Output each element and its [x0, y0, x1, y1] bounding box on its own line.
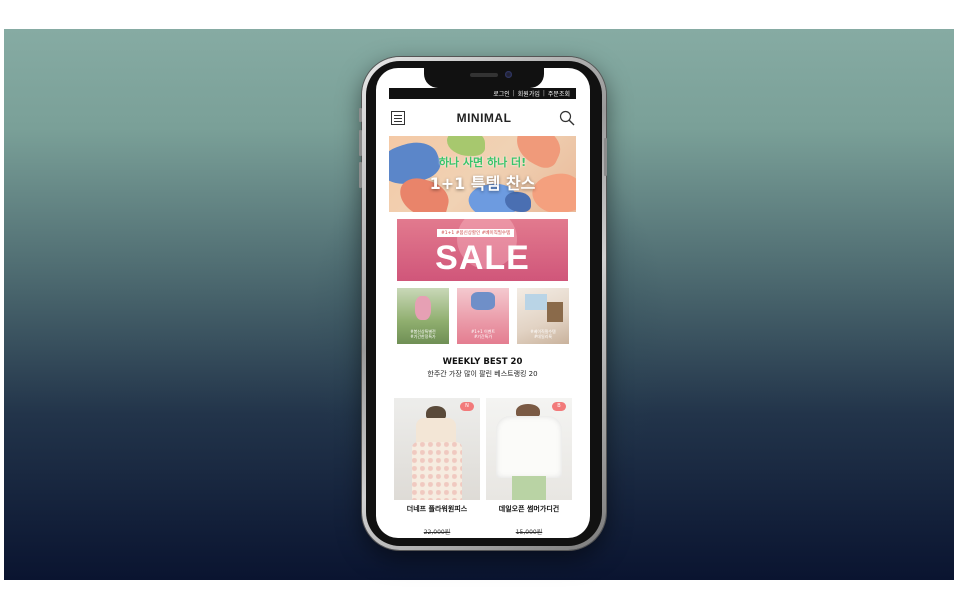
- sale-title: SALE: [435, 239, 530, 277]
- product-list: N 더네프 플라워원피스 22,000원 B 데일오픈 썸머가디건 15,000…: [394, 398, 574, 538]
- category-thumb[interactable]: #베이직필수템 #데일리룩: [517, 288, 569, 344]
- signup-link[interactable]: 회원가입: [515, 89, 543, 98]
- login-link[interactable]: 로그인: [490, 89, 513, 98]
- product-price: 22,000원: [423, 529, 451, 536]
- category-thumb[interactable]: #봄신상특별전 #기간한정특가: [397, 288, 449, 344]
- product-name[interactable]: 더네프 플라워원피스: [394, 504, 480, 514]
- thumb-caption: #데일리룩: [533, 334, 553, 339]
- weekly-best-subtitle: 한주간 가장 많이 팔린 베스트랭킹 20: [427, 370, 538, 378]
- phone-notch: [424, 66, 544, 88]
- mute-switch: [359, 108, 362, 122]
- top-utility-bar: 로그인 | 회원가입 | 주문조회: [389, 88, 576, 99]
- volume-up-button: [359, 130, 362, 156]
- new-badge: N: [460, 402, 474, 411]
- thumb-caption: #기간한정특가: [410, 334, 436, 339]
- product-image[interactable]: N: [394, 398, 480, 500]
- banner-title: 1+1 특템 찬스: [429, 174, 536, 193]
- best-badge: B: [552, 402, 566, 411]
- product-image[interactable]: B: [486, 398, 572, 500]
- sale-tags: #1+1 #봄신상할인 #베이직필수템: [437, 229, 515, 237]
- search-icon[interactable]: [559, 110, 575, 126]
- product-name[interactable]: 데일오픈 썸머가디건: [486, 504, 572, 514]
- site-header: MINIMAL: [389, 108, 579, 130]
- product-price: 15,000원: [515, 529, 543, 536]
- site-logo[interactable]: MINIMAL: [389, 111, 579, 125]
- sale-banner[interactable]: #1+1 #봄신상할인 #베이직필수템 SALE: [397, 219, 568, 281]
- speaker-grille: [470, 73, 498, 77]
- thumb-caption: #기간특가: [473, 334, 493, 339]
- promo-banner-1plus1[interactable]: 하나 사면 하나 더! 1+1 특템 찬스: [389, 136, 576, 212]
- power-button: [604, 138, 607, 176]
- phone-screen: 로그인 | 회원가입 | 주문조회 MINIMAL 하나 사면 하나 더! 1+…: [376, 68, 590, 538]
- category-thumbnails: #봄신상특별전 #기간한정특가 #1+1 이벤트 #기간특가 #베이직필수템 #…: [397, 288, 569, 344]
- volume-down-button: [359, 162, 362, 188]
- order-lookup-link[interactable]: 주문조회: [545, 89, 573, 98]
- weekly-best-title: WEEKLY BEST 20: [442, 357, 523, 367]
- category-thumb[interactable]: #1+1 이벤트 #기간특가: [457, 288, 509, 344]
- front-camera: [505, 71, 512, 78]
- banner-headline: 하나 사면 하나 더!: [438, 156, 527, 169]
